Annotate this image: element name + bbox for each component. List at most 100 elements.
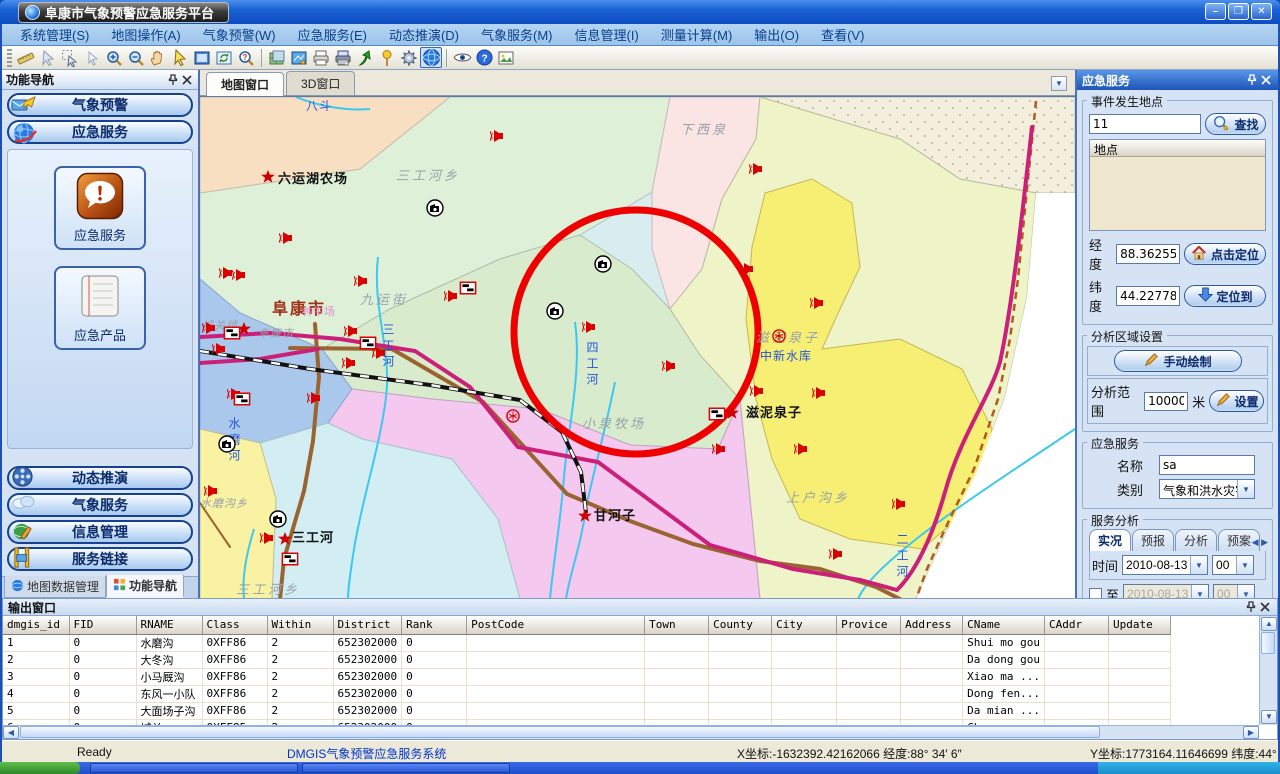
speaker-marker-icon[interactable] [740,262,756,276]
menu-item[interactable]: 输出(O) [744,23,809,46]
menu-item[interactable]: 动态推演(D) [379,23,469,46]
sidebar-tab-功能导航[interactable]: 功能导航 [106,575,184,598]
to-date-combo[interactable]: 2010-08-13▼ [1123,584,1209,598]
longitude-input[interactable] [1116,244,1180,264]
location-search-input[interactable] [1089,114,1201,134]
flag-marker-icon[interactable] [460,282,477,295]
service-type-combo[interactable]: 气象和洪水灾害▼ [1159,479,1255,499]
speaker-marker-icon[interactable] [712,442,728,456]
pin-icon[interactable] [1245,73,1259,87]
flag-marker-icon[interactable] [282,553,299,566]
column-header[interactable]: Town [645,616,709,634]
table-row[interactable]: 50大面场子沟0XFF8626523020000Da mian ... [3,702,1170,719]
taskbar-tray[interactable] [1098,762,1280,774]
goto-button[interactable]: 定位到 [1184,285,1266,307]
taskbar-button[interactable] [90,763,298,773]
table-row[interactable]: 40东风一小队0XFF8626523020000Dong fen... [3,685,1170,702]
restore-button[interactable]: ❐ [1228,3,1249,20]
column-header[interactable]: dmgis_id [3,616,69,634]
menu-item[interactable]: 查看(V) [811,23,874,46]
sidebar-button-应急产品[interactable]: 应急产品 [54,266,146,350]
pan-hand-icon[interactable] [147,47,169,68]
camera-marker-icon[interactable] [426,199,444,217]
os-taskbar[interactable] [0,762,1280,774]
column-header[interactable]: CAddr [1044,616,1108,634]
speaker-marker-icon[interactable] [582,320,598,334]
camera-marker-icon[interactable] [594,255,612,273]
column-header[interactable]: Within [267,616,333,634]
map-export-icon[interactable] [288,47,310,68]
click-locate-button[interactable]: 点击定位 [1184,243,1266,265]
pin-icon[interactable] [166,73,180,87]
title-bar[interactable]: 阜康市气象预警应急服务平台 – ❐ ✕ [0,0,1280,24]
column-header[interactable]: Update [1108,616,1170,634]
flag-marker-icon[interactable] [234,393,251,406]
column-header[interactable]: Rank [402,616,467,634]
column-header[interactable]: County [709,616,772,634]
speaker-marker-icon[interactable] [232,268,248,282]
search-button[interactable]: 查找 [1205,113,1266,135]
menu-item[interactable]: 应急服务(E) [288,23,377,46]
tab-scroll-icons[interactable]: ◀ ▶ [1252,537,1268,548]
sidebar-group-动态推演[interactable]: 动态推演 [7,466,193,490]
sidebar-group-服务链接[interactable]: 服务链接 [7,547,193,571]
analysis-tab-实况[interactable]: 实况 [1089,529,1131,551]
camera-marker-icon[interactable] [218,435,236,453]
to-checkbox[interactable] [1089,588,1102,599]
speaker-marker-icon[interactable] [307,391,323,405]
location-list-header[interactable]: 地点 [1090,140,1265,157]
analysis-tab-预报[interactable]: 预报 [1132,529,1174,551]
close-icon[interactable] [180,73,194,87]
green-pointer-icon[interactable] [354,47,376,68]
minimize-button[interactable]: – [1205,3,1226,20]
column-header[interactable]: District [333,616,402,634]
speaker-marker-icon[interactable] [794,442,810,456]
manual-draw-button[interactable]: 手动绘制 [1114,350,1242,372]
map-tab-3D窗口[interactable]: 3D窗口 [286,71,355,95]
speaker-marker-icon[interactable] [810,296,826,310]
print-map-icon[interactable] [332,47,354,68]
speaker-marker-icon[interactable] [749,162,765,176]
start-button[interactable] [0,762,80,774]
column-header[interactable]: RNAME [136,616,202,634]
sidebar-group-应急服务[interactable]: 应急服务 [7,120,193,144]
close-icon[interactable] [1258,600,1272,614]
select-marquee-icon[interactable] [59,47,81,68]
tab-dropdown-icon[interactable]: ▼ [1051,76,1067,91]
menu-item[interactable]: 信息管理(I) [565,23,649,46]
sidebar-group-气象服务[interactable]: 气象服务 [7,493,193,517]
speaker-marker-icon[interactable] [829,547,845,561]
menu-item[interactable]: 气象预警(W) [193,23,286,46]
taskbar-button[interactable] [302,763,510,773]
menu-item[interactable]: 测量计算(M) [651,23,743,46]
speaker-marker-icon[interactable] [812,386,828,400]
column-header[interactable]: CName [963,616,1045,634]
refresh-icon[interactable] [213,47,235,68]
to-hour-combo[interactable]: 00▼ [1213,584,1255,598]
zoom-in-icon[interactable] [103,47,125,68]
star-marker-icon[interactable] [261,170,276,185]
picture-icon[interactable] [495,47,517,68]
identify-icon[interactable]: ? [235,47,257,68]
toolbar-grip[interactable] [7,49,12,67]
pin-icon[interactable] [1244,600,1258,614]
menu-item[interactable]: 地图操作(A) [101,23,190,46]
sidebar-group-信息管理[interactable]: 信息管理 [7,520,193,544]
table-row[interactable]: 20大冬沟0XFF8626523020000Da dong gou [3,651,1170,668]
star-marker-icon[interactable] [237,322,252,337]
speaker-marker-icon[interactable] [279,231,295,245]
poi-marker-icon[interactable] [506,409,521,424]
horizontal-scrollbar[interactable]: ◀ ▶ [3,725,1259,739]
menu-item[interactable]: 系统管理(S) [10,23,99,46]
date-combo[interactable]: 2010-08-13▼ [1122,555,1208,575]
latitude-input[interactable] [1116,286,1180,306]
column-header[interactable]: FID [69,616,136,634]
close-button[interactable]: ✕ [1251,3,1272,20]
set-range-button[interactable]: 设置 [1209,390,1264,412]
column-header[interactable]: Provice [837,616,901,634]
pointer-icon[interactable] [169,47,191,68]
column-header[interactable]: PostCode [467,616,645,634]
star-marker-icon[interactable] [725,406,740,421]
full-extent-icon[interactable] [191,47,213,68]
speaker-marker-icon[interactable] [750,384,766,398]
